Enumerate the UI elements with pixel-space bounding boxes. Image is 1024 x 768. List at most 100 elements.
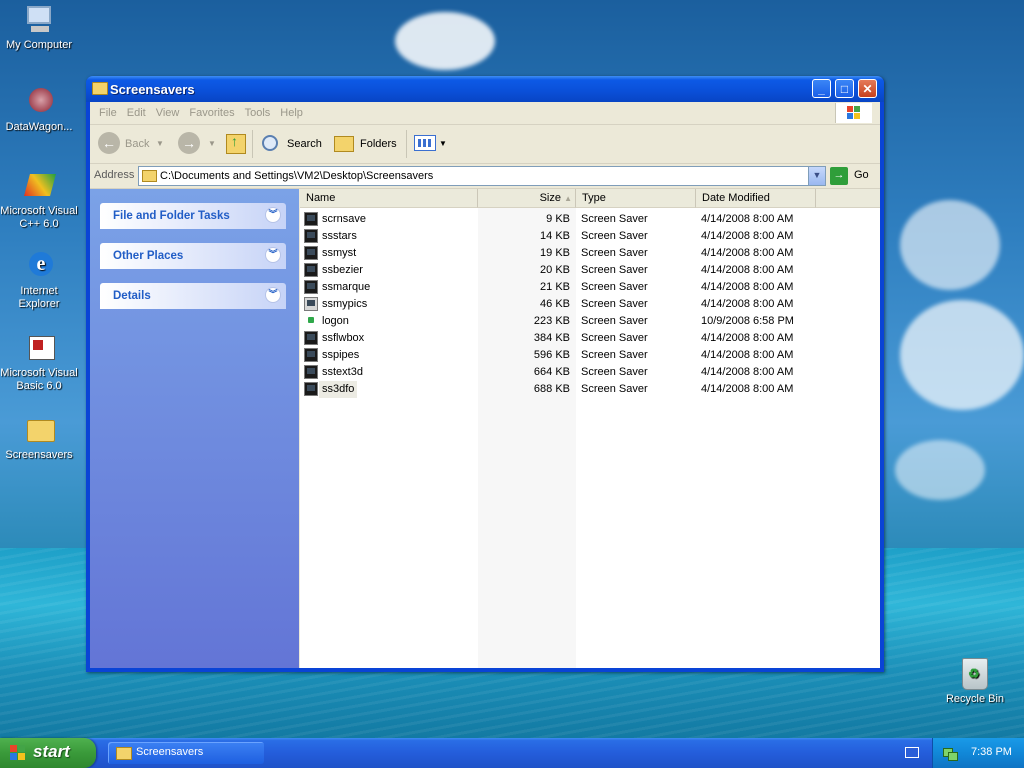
file-name: ssstars [322, 230, 357, 242]
address-input[interactable]: C:\Documents and Settings\VM2\Desktop\Sc… [138, 166, 826, 186]
column-header-name[interactable]: Name [300, 189, 478, 208]
file-date: 4/14/2008 8:00 AM [701, 281, 794, 293]
start-button[interactable]: start [0, 738, 96, 768]
file-name: ssmypics [322, 298, 368, 310]
file-date: 4/14/2008 8:00 AM [701, 298, 794, 310]
file-size: 20 KB [540, 264, 570, 276]
back-dropdown-icon[interactable]: ▼ [156, 131, 164, 157]
chevron-down-icon[interactable]: ︾ [265, 247, 281, 263]
datawagon-icon [23, 86, 55, 118]
desktop-icon-label: Screensavers [5, 449, 73, 461]
back-arrow-icon[interactable]: ← [98, 132, 120, 154]
desktop-icon-visual-cpp[interactable]: Microsoft Visual C++ 6.0 [0, 170, 78, 231]
views-icon[interactable] [414, 135, 436, 151]
windows-logo-icon [835, 103, 872, 123]
network-icon[interactable] [943, 746, 958, 761]
file-row[interactable]: sstext3d 664 KB Screen Saver 4/14/2008 8… [300, 364, 880, 381]
screensaver-icon [304, 212, 318, 226]
sort-ascending-icon: ▲ [564, 194, 572, 203]
up-folder-icon[interactable]: ↑ [226, 133, 246, 154]
file-date: 4/14/2008 8:00 AM [701, 264, 794, 276]
desktop-icon-visual-basic[interactable]: Microsoft Visual Basic 6.0 [0, 332, 78, 393]
desktop-icon-label: Microsoft Visual Basic 6.0 [0, 367, 78, 392]
file-type: Screen Saver [581, 332, 648, 344]
file-name: logon [322, 315, 349, 327]
file-name: sspipes [322, 349, 360, 361]
cloud [895, 440, 985, 500]
maximize-button[interactable]: □ [835, 79, 854, 98]
file-row[interactable]: ssmypics 46 KB Screen Saver 4/14/2008 8:… [300, 296, 880, 313]
file-date: 10/9/2008 6:58 PM [701, 315, 794, 327]
task-label: Details [113, 290, 151, 302]
title-bar[interactable]: Screensavers _ □ ✕ [86, 76, 884, 102]
clock[interactable]: 7:38 PM [971, 746, 1012, 758]
file-row[interactable]: ssmyst 19 KB Screen Saver 4/14/2008 8:00… [300, 245, 880, 262]
column-header-type[interactable]: Type [576, 189, 696, 208]
system-tray: 7:38 PM [932, 738, 1024, 768]
forward-dropdown-icon[interactable]: ▼ [208, 131, 216, 157]
screensaver-icon [304, 348, 318, 362]
back-button[interactable]: Back [125, 131, 149, 157]
search-button[interactable]: Search [287, 131, 322, 157]
task-details[interactable]: Details ︾ [100, 283, 286, 309]
file-row[interactable]: ssmarque 21 KB Screen Saver 4/14/2008 8:… [300, 279, 880, 296]
screensaver-icon [304, 263, 318, 277]
screensaver-icon [304, 365, 318, 379]
folder-icon [92, 82, 108, 95]
desktop-icon-datawagon[interactable]: DataWagon... [0, 86, 78, 134]
file-type: Screen Saver [581, 230, 648, 242]
file-name: ssmarque [322, 281, 371, 293]
file-row[interactable]: ssbezier 20 KB Screen Saver 4/14/2008 8:… [300, 262, 880, 279]
file-date: 4/14/2008 8:00 AM [701, 383, 794, 395]
keyboard-icon[interactable] [905, 747, 919, 758]
taskbar-task-label: Screensavers [136, 746, 204, 758]
file-row[interactable]: ssflwbox 384 KB Screen Saver 4/14/2008 8… [300, 330, 880, 347]
task-label: File and Folder Tasks [113, 210, 230, 222]
desktop-icon-my-computer[interactable]: My Computer [0, 4, 78, 52]
menu-file[interactable]: File [94, 102, 122, 124]
go-label: Go [854, 169, 869, 181]
address-dropdown-icon[interactable]: ▼ [808, 167, 825, 185]
folders-button[interactable]: Folders [360, 131, 397, 157]
folder-icon [116, 747, 132, 760]
column-header-size[interactable]: Size ▲ [478, 189, 576, 208]
file-row[interactable]: logon 223 KB Screen Saver 10/9/2008 6:58… [300, 313, 880, 330]
file-row[interactable]: scrnsave 9 KB Screen Saver 4/14/2008 8:0… [300, 211, 880, 228]
file-name: ssbezier [322, 264, 363, 276]
minimize-button[interactable]: _ [812, 79, 831, 98]
views-dropdown-icon[interactable]: ▼ [439, 131, 447, 157]
window-title: Screensavers [110, 82, 195, 97]
column-header-date[interactable]: Date Modified [696, 189, 816, 208]
menu-edit[interactable]: Edit [122, 102, 151, 124]
task-file-and-folder[interactable]: File and Folder Tasks ︾ [100, 203, 286, 229]
task-label: Other Places [113, 250, 184, 262]
menu-help[interactable]: Help [275, 102, 308, 124]
file-size: 19 KB [540, 247, 570, 259]
file-size: 664 KB [533, 366, 570, 378]
file-row-selected[interactable]: ss3dfo 688 KB Screen Saver 4/14/2008 8:0… [300, 381, 880, 398]
close-button[interactable]: ✕ [858, 79, 877, 98]
window-body: File Edit View Favorites Tools Help ← Back ▼ … [90, 102, 880, 668]
column-header-blank [816, 189, 880, 208]
menu-favorites[interactable]: Favorites [184, 102, 239, 124]
task-other-places[interactable]: Other Places ︾ [100, 243, 286, 269]
file-row[interactable]: sspipes 596 KB Screen Saver 4/14/2008 8:… [300, 347, 880, 364]
file-name: ss3dfo [319, 381, 358, 398]
start-label: start [33, 742, 70, 761]
chevron-down-icon[interactable]: ︾ [265, 287, 281, 303]
desktop-icon-internet-explorer[interactable]: e Internet Explorer [0, 250, 78, 311]
file-row[interactable]: ssstars 14 KB Screen Saver 4/14/2008 8:0… [300, 228, 880, 245]
forward-arrow-icon[interactable]: → [178, 132, 200, 154]
desktop-icon-label: My Computer [5, 39, 73, 51]
desktop-icon-screensavers[interactable]: Screensavers [0, 414, 78, 462]
file-date: 4/14/2008 8:00 AM [701, 213, 794, 225]
recycle-bin-label: Recycle Bin [945, 693, 1005, 705]
menu-tools[interactable]: Tools [240, 102, 276, 124]
taskbar-task-screensavers[interactable]: Screensavers [108, 742, 264, 764]
file-type: Screen Saver [581, 247, 648, 259]
file-list: Name Size ▲ Type Date Modified scrnsave … [300, 189, 880, 668]
chevron-down-icon[interactable]: ︾ [265, 207, 281, 223]
desktop-icon-recycle-bin[interactable]: ♻ Recycle Bin [942, 658, 1008, 705]
explorer-window: Screensavers _ □ ✕ File Edit View Favorites… [86, 76, 884, 672]
menu-view[interactable]: View [151, 102, 185, 124]
